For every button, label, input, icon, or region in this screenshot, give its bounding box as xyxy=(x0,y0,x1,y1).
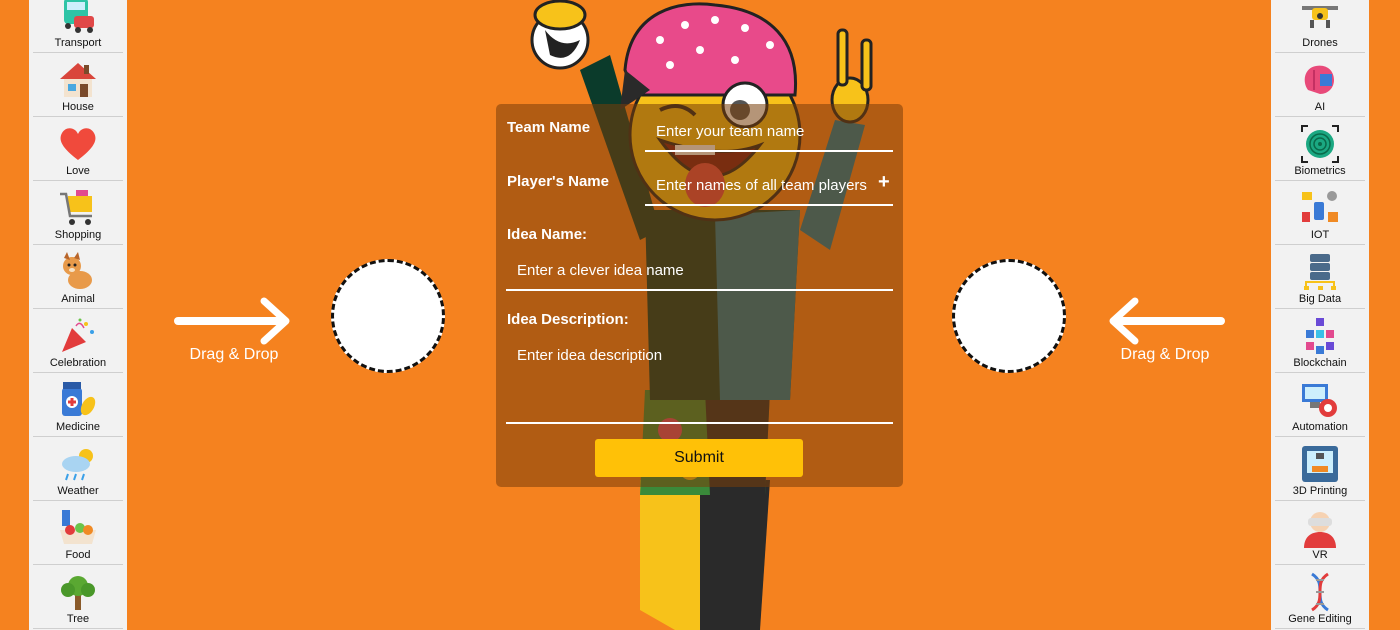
left-drag-drop-label: Drag & Drop xyxy=(189,346,279,363)
team-name-label: Team Name xyxy=(507,119,591,136)
drone-icon xyxy=(1300,0,1340,36)
dna-icon xyxy=(1300,572,1340,612)
house-icon xyxy=(58,60,98,100)
tree-icon xyxy=(58,572,98,612)
left-category-panel: Transport House Love Shopping Animal Cel… xyxy=(29,0,127,630)
category-house[interactable]: House xyxy=(33,52,123,117)
medicine-icon xyxy=(58,380,98,420)
brain-chip-icon xyxy=(1300,60,1340,100)
category-iot[interactable]: IOT xyxy=(1275,180,1365,245)
category-love[interactable]: Love xyxy=(33,116,123,181)
idea-description-textarea[interactable]: Enter idea description xyxy=(506,338,893,424)
fingerprint-icon xyxy=(1300,124,1340,164)
party-popper-icon xyxy=(58,316,98,356)
food-icon xyxy=(58,508,98,548)
database-icon xyxy=(1300,252,1340,292)
category-gene-editing[interactable]: Gene Editing xyxy=(1275,564,1365,629)
category-celebration[interactable]: Celebration xyxy=(33,308,123,373)
category-blockchain[interactable]: Blockchain xyxy=(1275,308,1365,373)
right-arrow-icon xyxy=(174,295,294,345)
category-weather[interactable]: Weather xyxy=(33,436,123,501)
right-category-panel: Drones AI Biometrics IOT Big Data Blockc… xyxy=(1271,0,1369,630)
category-transport[interactable]: Transport xyxy=(33,0,123,53)
idea-form: Team Name Enter your team name Player's … xyxy=(496,104,903,487)
3d-printer-icon xyxy=(1300,444,1340,484)
left-drop-zone[interactable] xyxy=(331,259,445,373)
category-automation[interactable]: Automation xyxy=(1275,372,1365,437)
shopping-cart-icon xyxy=(58,188,98,228)
transport-icon xyxy=(58,0,98,36)
left-arrow-icon xyxy=(1105,295,1225,345)
add-player-button[interactable]: + xyxy=(878,172,890,192)
idea-description-label: Idea Description: xyxy=(507,311,629,328)
category-medicine[interactable]: Medicine xyxy=(33,372,123,437)
idea-name-input[interactable]: Enter a clever idea name xyxy=(506,253,893,291)
iot-icon xyxy=(1300,188,1340,228)
category-tree[interactable]: Tree xyxy=(33,564,123,629)
weather-cloud-icon xyxy=(58,444,98,484)
category-food[interactable]: Food xyxy=(33,500,123,565)
vr-headset-icon xyxy=(1300,508,1340,548)
category-drones[interactable]: Drones xyxy=(1275,0,1365,53)
team-name-input[interactable]: Enter your team name xyxy=(645,114,893,152)
heart-icon xyxy=(58,124,98,164)
category-ai[interactable]: AI xyxy=(1275,52,1365,117)
category-animal[interactable]: Animal xyxy=(33,244,123,309)
players-input[interactable]: Enter names of all team players xyxy=(645,168,893,206)
right-drag-drop-label: Drag & Drop xyxy=(1120,346,1210,363)
automation-gear-icon xyxy=(1300,380,1340,420)
submit-button[interactable]: Submit xyxy=(595,439,803,477)
right-drop-zone[interactable] xyxy=(952,259,1066,373)
idea-name-label: Idea Name: xyxy=(507,226,588,243)
category-vr[interactable]: VR xyxy=(1275,500,1365,565)
players-label: Player's Name xyxy=(507,173,609,190)
category-shopping[interactable]: Shopping xyxy=(33,180,123,245)
category-biometrics[interactable]: Biometrics xyxy=(1275,116,1365,181)
category-big-data[interactable]: Big Data xyxy=(1275,244,1365,309)
blockchain-icon xyxy=(1300,316,1340,356)
dog-icon xyxy=(58,252,98,292)
category-3d-printing[interactable]: 3D Printing xyxy=(1275,436,1365,501)
